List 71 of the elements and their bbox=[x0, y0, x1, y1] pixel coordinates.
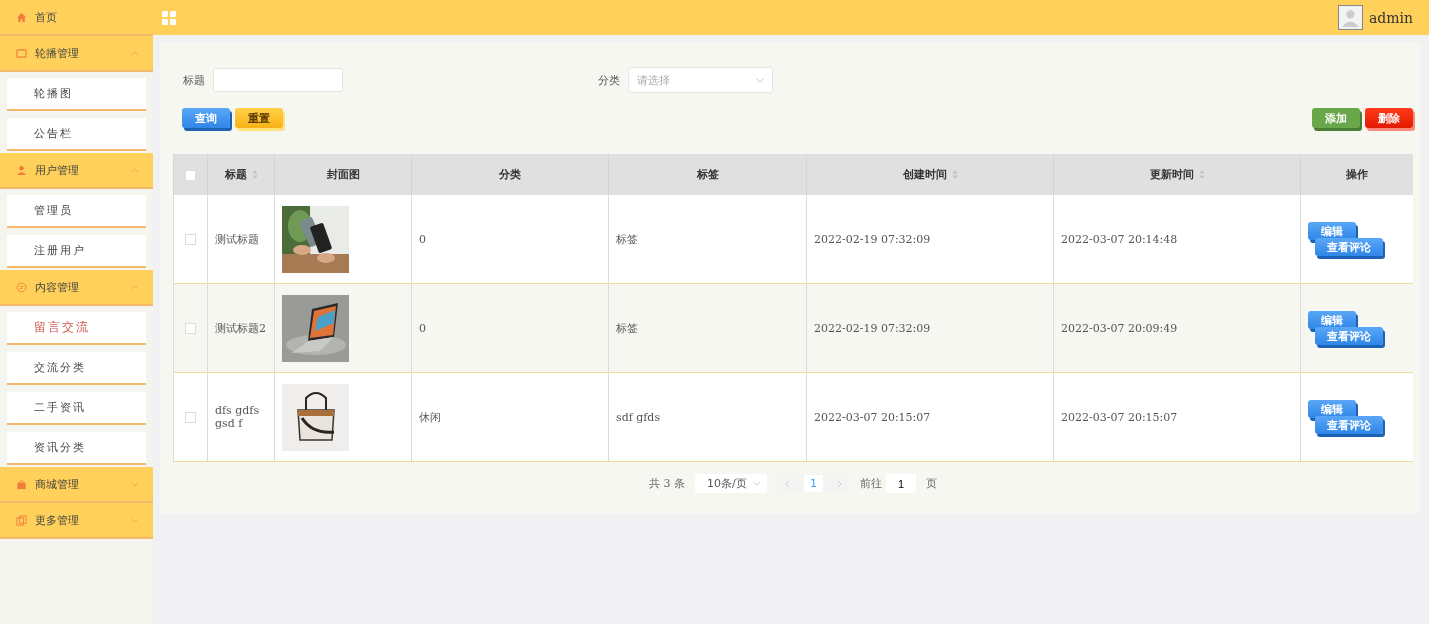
column-header: 标签 bbox=[696, 167, 719, 182]
sort-icon[interactable] bbox=[251, 170, 258, 179]
checkbox[interactable] bbox=[185, 412, 196, 423]
bag-icon bbox=[16, 478, 27, 490]
column-header: 操作 bbox=[1346, 167, 1368, 182]
table-cell: dfs gdfs gsd f bbox=[215, 404, 260, 430]
table-cell: 2022-03-07 20:09:49 bbox=[1061, 321, 1178, 335]
submenu-item[interactable]: 公告栏 bbox=[7, 118, 146, 151]
table-cell: 标签 bbox=[616, 321, 638, 335]
table-cell: 休闲 bbox=[419, 410, 441, 424]
table-cell: 测试标题 bbox=[215, 232, 259, 246]
page-input[interactable]: 1 bbox=[886, 474, 916, 493]
menu-item[interactable]: 轮播管理 bbox=[0, 36, 153, 72]
chevron-icon bbox=[756, 77, 764, 83]
chevron-icon bbox=[131, 481, 139, 487]
column-header: 分类 bbox=[499, 167, 521, 182]
table-cell: 2022-03-07 20:14:48 bbox=[1061, 232, 1178, 246]
menu-item[interactable]: 内容管理 bbox=[0, 270, 153, 306]
chevron-icon bbox=[131, 517, 139, 523]
column-header[interactable]: 更新时间 bbox=[1149, 167, 1205, 182]
table-cell: 2022-03-07 20:15:07 bbox=[814, 410, 931, 424]
column-header[interactable]: 创建时间 bbox=[902, 167, 958, 182]
title-input[interactable] bbox=[213, 68, 343, 92]
total-count: 共 3 条 bbox=[649, 476, 685, 491]
user-icon bbox=[16, 164, 27, 176]
menu-item[interactable]: 首页 bbox=[0, 0, 153, 36]
checkbox[interactable] bbox=[185, 323, 196, 334]
chevron-icon bbox=[131, 284, 139, 290]
next-page-icon[interactable] bbox=[837, 479, 842, 488]
reset-button[interactable]: 重置 bbox=[235, 108, 283, 128]
menu-item[interactable]: 用户管理 bbox=[0, 153, 153, 189]
page-suffix: 页 bbox=[926, 476, 937, 491]
submenu-item[interactable]: 轮播图 bbox=[7, 78, 146, 111]
table-cell: 2022-02-19 07:32:09 bbox=[814, 232, 931, 246]
avatar-icon[interactable] bbox=[1337, 5, 1363, 30]
menu-item[interactable]: 商城管理 bbox=[0, 467, 153, 503]
checkbox[interactable] bbox=[185, 169, 196, 181]
grid-icon[interactable] bbox=[162, 10, 176, 25]
previous-page-icon[interactable] bbox=[785, 479, 790, 488]
page-size-select[interactable]: 10条/页 bbox=[695, 474, 767, 493]
table-cell: 2022-03-07 20:15:07 bbox=[1061, 410, 1178, 424]
chevron-icon bbox=[131, 167, 139, 173]
checkbox[interactable] bbox=[185, 234, 196, 245]
user-name[interactable]: admin bbox=[1368, 9, 1413, 26]
sort-icon[interactable] bbox=[1198, 170, 1205, 179]
submenu-item[interactable]: 二手资讯 bbox=[7, 392, 146, 425]
submenu-item[interactable]: 留言交流 bbox=[7, 312, 146, 345]
submenu-item[interactable]: 交流分类 bbox=[7, 352, 146, 385]
chevron-icon bbox=[131, 50, 139, 56]
submenu-item[interactable]: 资讯分类 bbox=[7, 432, 146, 465]
submenu-item[interactable]: 管理员 bbox=[7, 195, 146, 228]
table-cell: 0 bbox=[419, 232, 426, 246]
copy-icon bbox=[16, 514, 27, 526]
table-cell: 0 bbox=[419, 321, 426, 335]
table-cell: 2022-02-19 07:32:09 bbox=[814, 321, 931, 335]
table-cell: sdf gfds bbox=[616, 410, 661, 424]
submenu-item[interactable]: 注册用户 bbox=[7, 235, 146, 268]
table-cell: 标签 bbox=[616, 232, 638, 246]
column-header: 封面图 bbox=[326, 167, 360, 182]
field-label: 分类 bbox=[598, 72, 620, 88]
delete-button[interactable]: 删除 bbox=[1365, 108, 1413, 128]
menu-item[interactable]: 更多管理 bbox=[0, 503, 153, 539]
field-label: 标题 bbox=[183, 72, 205, 88]
sort-icon[interactable] bbox=[951, 170, 958, 179]
image-icon bbox=[16, 47, 27, 59]
home-icon bbox=[16, 11, 27, 23]
chevron-icon bbox=[753, 481, 761, 486]
chat-icon bbox=[16, 281, 27, 293]
table-cell: 测试标题2 bbox=[215, 321, 266, 335]
column-header[interactable]: 标题 bbox=[224, 167, 258, 182]
goto-label: 前往 bbox=[860, 476, 882, 491]
